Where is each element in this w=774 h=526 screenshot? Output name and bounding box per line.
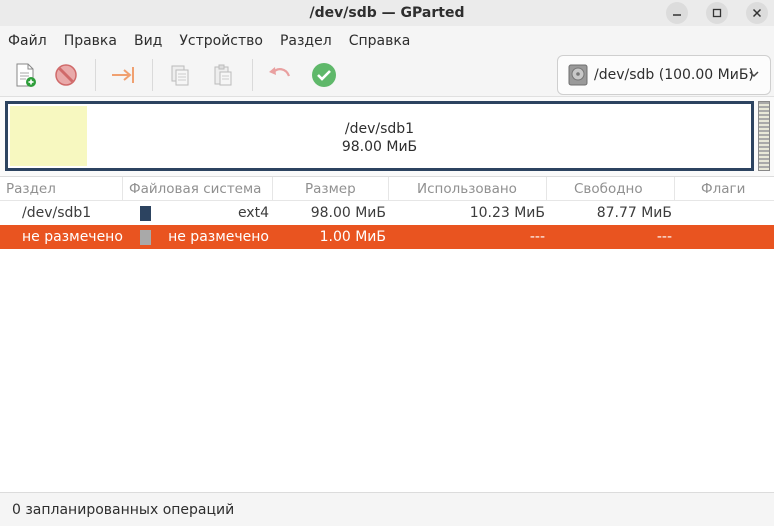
column-partition[interactable]: Раздел bbox=[0, 177, 123, 200]
undo-icon bbox=[269, 67, 291, 77]
cell-filesystem: ext4 bbox=[237, 205, 269, 221]
table-header: Раздел Файловая система Размер Использов… bbox=[0, 177, 774, 201]
close-button[interactable] bbox=[746, 2, 768, 24]
minimize-button[interactable] bbox=[666, 2, 688, 24]
partition-block-size: 98.00 МиБ bbox=[341, 139, 418, 155]
copy-icon bbox=[171, 65, 189, 86]
fs-color-swatch bbox=[123, 201, 151, 225]
column-flags[interactable]: Флаги bbox=[675, 177, 774, 200]
window-title: /dev/sdb — GParted bbox=[309, 5, 465, 21]
cell-free: --- bbox=[656, 229, 672, 245]
table-row[interactable]: /dev/sdb1 ext4 98.00 МиБ 10.23 МиБ 87.77… bbox=[0, 201, 774, 225]
minimize-icon bbox=[673, 14, 681, 16]
delete-icon bbox=[55, 64, 77, 86]
partition-table: Раздел Файловая система Размер Использов… bbox=[0, 176, 774, 492]
menu-file[interactable]: Файл bbox=[8, 33, 47, 49]
cell-flags bbox=[675, 201, 774, 225]
maximize-button[interactable] bbox=[706, 2, 728, 24]
close-icon bbox=[752, 8, 762, 18]
paste-button[interactable] bbox=[209, 61, 237, 89]
menu-bar: Файл Правка Вид Устройство Раздел Справк… bbox=[0, 26, 774, 55]
cell-partition: не размечено bbox=[22, 229, 123, 245]
title-bar: /dev/sdb — GParted bbox=[0, 0, 774, 26]
cell-used: --- bbox=[529, 229, 545, 245]
window-controls bbox=[666, 0, 768, 26]
cell-filesystem: не размечено bbox=[168, 229, 269, 245]
cell-partition: /dev/sdb1 bbox=[22, 205, 92, 221]
partition-block-sdb1[interactable]: /dev/sdb1 98.00 МиБ bbox=[5, 101, 754, 171]
apply-icon bbox=[312, 63, 336, 87]
status-text: 0 запланированных операций bbox=[12, 501, 235, 518]
table-row-selected[interactable]: не размечено не размечено 1.00 МиБ --- -… bbox=[0, 225, 774, 249]
status-bar: 0 запланированных операций bbox=[0, 492, 774, 526]
chevron-down-icon bbox=[749, 71, 759, 78]
menu-partition[interactable]: Раздел bbox=[280, 33, 332, 49]
toolbar: /dev/sdb (100.00 МиБ) bbox=[0, 55, 774, 97]
menu-edit[interactable]: Правка bbox=[64, 33, 117, 49]
copy-button[interactable] bbox=[166, 61, 194, 89]
cell-used: 10.23 МиБ bbox=[469, 205, 545, 221]
column-filesystem[interactable]: Файловая система bbox=[123, 177, 273, 200]
cell-free: 87.77 МиБ bbox=[596, 205, 672, 221]
cell-size: 98.00 МиБ bbox=[310, 205, 386, 221]
delete-button[interactable] bbox=[52, 61, 80, 89]
partition-block-name: /dev/sdb1 bbox=[344, 121, 415, 137]
apply-button[interactable] bbox=[310, 61, 338, 89]
disk-map: /dev/sdb1 98.00 МиБ bbox=[4, 101, 772, 171]
menu-help[interactable]: Справка bbox=[349, 33, 411, 49]
resize-move-button[interactable] bbox=[109, 61, 137, 89]
new-partition-icon bbox=[16, 63, 36, 87]
column-size[interactable]: Размер bbox=[273, 177, 389, 200]
maximize-icon bbox=[712, 8, 722, 18]
cell-flags bbox=[675, 225, 774, 249]
harddisk-icon bbox=[568, 64, 588, 86]
unallocated-block[interactable] bbox=[758, 101, 770, 171]
column-used[interactable]: Использовано bbox=[389, 177, 547, 200]
new-partition-button[interactable] bbox=[11, 61, 39, 89]
device-selector[interactable]: /dev/sdb (100.00 МиБ) bbox=[557, 55, 771, 95]
menu-device[interactable]: Устройство bbox=[179, 33, 263, 49]
column-free[interactable]: Свободно bbox=[547, 177, 675, 200]
resize-move-icon bbox=[112, 67, 134, 83]
fs-color-swatch bbox=[123, 225, 151, 249]
device-label: /dev/sdb (100.00 МиБ) bbox=[594, 67, 754, 83]
menu-view[interactable]: Вид bbox=[134, 33, 162, 49]
partition-block-label: /dev/sdb1 98.00 МиБ bbox=[8, 120, 751, 156]
undo-button[interactable] bbox=[266, 61, 294, 89]
cell-size: 1.00 МиБ bbox=[319, 229, 386, 245]
paste-icon bbox=[214, 64, 232, 86]
